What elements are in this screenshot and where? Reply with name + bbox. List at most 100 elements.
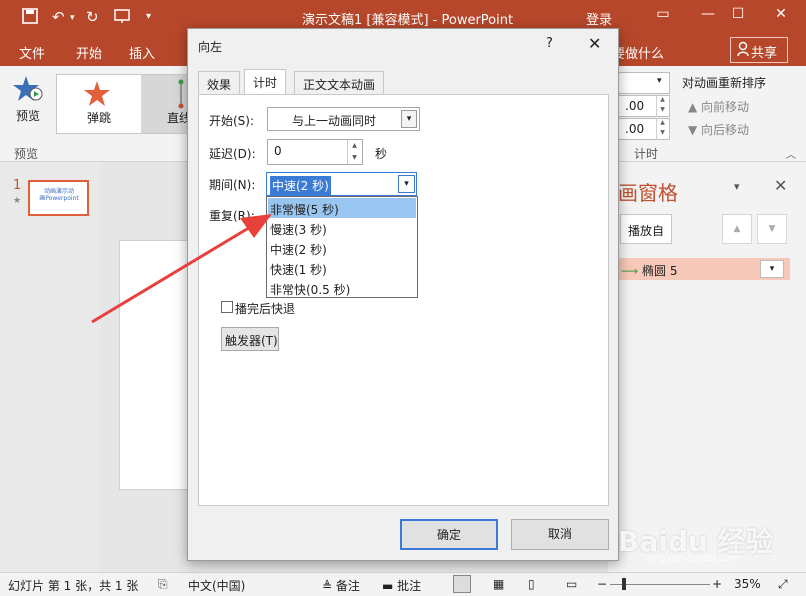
login-link[interactable]: 登录 [586,9,612,28]
start-label: 开始(S): [209,114,255,128]
slideshow-view-icon[interactable]: ▭ [566,577,577,591]
normal-view-icon[interactable] [453,575,471,593]
animation-line[interactable]: 直线 [141,75,191,133]
thumb-line-2: 画Powerpoint [39,195,79,202]
comments-button[interactable]: ▬ 批注 [382,577,421,594]
animation-item-label: 椭圆 5 [642,264,678,278]
maximize-icon[interactable]: ☐ [727,6,749,26]
slide-canvas[interactable] [119,240,193,490]
delay-field[interactable]: 0 ▲ ▼ [267,139,363,165]
pane-options-icon[interactable]: ▾ [734,180,740,193]
slide-sorter-icon[interactable]: ▦ [493,577,504,591]
close-window-icon[interactable]: ✕ [770,6,792,26]
motion-path-icon: ⟶ [621,264,639,278]
animation-timing-dialog: 向左 ? ✕ 效果 计时 正文文本动画 开始(S): 与上一动画同时 ▾ 延迟(… [187,28,619,561]
close-pane-icon[interactable]: ✕ [774,176,787,195]
animation-item-dropdown[interactable]: ▾ [760,260,784,278]
save-icon[interactable] [22,8,38,28]
thumb-line-1: 动画演示动 [43,188,74,195]
rewind-label: 播完后快退 [235,302,296,316]
window-title: 演示文稿1 [兼容模式] - PowerPoint [302,13,514,28]
preview-label: 预览 [15,109,40,123]
undo-dropdown-icon[interactable]: ▾ [70,13,75,23]
reading-view-icon[interactable]: ▯ [528,577,535,591]
animation-gallery: 弹跳 直线 [56,74,191,134]
fit-to-window-icon[interactable]: ⤢ [778,577,788,592]
delay-unit: 秒 [375,147,388,161]
preview-group-label: 预览 [14,147,39,161]
tab-home[interactable]: 开始 [76,43,102,62]
share-button[interactable]: 共享 [730,37,788,63]
chevron-down-icon: ▾ [657,76,662,86]
chevron-down-icon: ▾ [401,110,417,128]
period-option[interactable]: 中速(2 秒) [268,238,416,258]
slide-counter: 幻灯片 第 1 张，共 1 张 [8,579,139,593]
help-icon[interactable]: ? [546,36,553,51]
rewind-checkbox[interactable] [221,301,233,313]
bounce-star-icon [83,79,115,112]
dialog-title: 向左 [198,40,223,54]
period-dropdown-list: 非常慢(5 秒) 慢速(3 秒) 中速(2 秒) 快速(1 秒) 非常快(0.5… [266,196,418,298]
zoom-out-icon[interactable]: − [597,577,607,591]
notes-button[interactable]: ≜ 备注 [322,577,360,594]
reorder-title: 对动画重新排序 [682,76,767,90]
ribbon-options-icon[interactable]: ▭ [652,6,674,26]
redo-icon[interactable]: ↻ [86,8,99,26]
collapse-ribbon-icon[interactable]: ︿ [786,146,796,161]
zoom-slider-thumb[interactable] [622,578,626,590]
duration-spinner[interactable]: ▲ ▼ [656,95,668,117]
animation-bounce[interactable]: 弹跳 [57,75,141,133]
tell-me-search[interactable]: 要做什么 [612,43,664,62]
zoom-in-icon[interactable]: + [712,577,722,591]
minimize-icon[interactable]: — [697,6,719,26]
play-from-button[interactable]: 播放自 [620,214,672,244]
timing-panel: 开始(S): 与上一动画同时 ▾ 延迟(D): 0 ▲ ▼ 秒 期间(N): 重复… [198,94,609,506]
period-option[interactable]: 非常快(0.5 秒) [268,278,416,298]
move-up-icon[interactable]: ▲ [722,214,752,244]
slide-number: 1 [13,178,22,193]
delay-label: 延迟(D): [209,147,256,161]
share-label: 共享 [751,46,778,61]
move-earlier-button[interactable]: ▲ 向前移动 [688,98,749,115]
slide-thumbnails-panel [0,162,100,572]
animation-bounce-label: 弹跳 [86,111,111,125]
delay-spinner[interactable]: ▲ ▼ [347,140,361,164]
undo-icon[interactable]: ↶ [52,8,65,26]
spellcheck-icon[interactable]: ⎘ [158,577,168,592]
preview-button[interactable]: 预览 [8,74,48,128]
ok-button[interactable]: 确定 [400,519,498,550]
cancel-button[interactable]: 取消 [511,519,609,550]
animation-star-icon: ★ [13,196,22,206]
repeat-label: 重复(R): [209,209,255,223]
chevron-down-icon[interactable]: ▾ [398,175,415,193]
tab-timing[interactable]: 计时 [244,69,287,95]
line-path-icon [177,79,185,112]
start-select[interactable]: 与上一动画同时 ▾ [267,107,420,131]
dialog-close-icon[interactable]: ✕ [588,34,601,53]
person-icon [737,41,751,61]
period-select[interactable]: 中速(2 秒) ▾ [266,172,417,196]
trigger-button[interactable]: 触发器(T) [221,327,279,351]
timing-group-label: 计时 [634,147,659,161]
tab-insert[interactable]: 插入 [129,43,155,62]
customize-qat-icon[interactable]: ▾ [146,11,151,22]
slide-thumbnail[interactable]: 动画演示动 画Powerpoint [28,180,89,216]
period-label: 期间(N): [209,178,256,192]
period-option[interactable]: 非常慢(5 秒) [268,198,416,218]
delay-ribbon-spinner[interactable]: ▲ ▼ [656,118,668,140]
period-option[interactable]: 快速(1 秒) [268,258,416,278]
status-bar: 幻灯片 第 1 张，共 1 张 ⎘ 中文(中国) ≜ 备注 ▬ 批注 ▦ ▯ ▭… [0,572,806,596]
slideshow-icon[interactable] [114,8,132,28]
start-combo[interactable]: ▾ [618,72,670,94]
move-down-icon[interactable]: ▼ [757,214,787,244]
star-play-icon [12,76,44,107]
baidu-watermark-url: jingyan.baidu.com [648,553,741,564]
move-later-button[interactable]: ▼ 向后移动 [688,121,749,138]
tab-file[interactable]: 文件 [19,43,45,62]
period-option[interactable]: 慢速(3 秒) [268,218,416,238]
tab-text-animation[interactable]: 正文文本动画 [294,71,385,94]
language-indicator[interactable]: 中文(中国) [188,577,245,594]
tab-effect[interactable]: 效果 [198,71,241,94]
period-selected-value: 中速(2 秒) [270,176,331,195]
zoom-level[interactable]: 35% [734,577,761,591]
